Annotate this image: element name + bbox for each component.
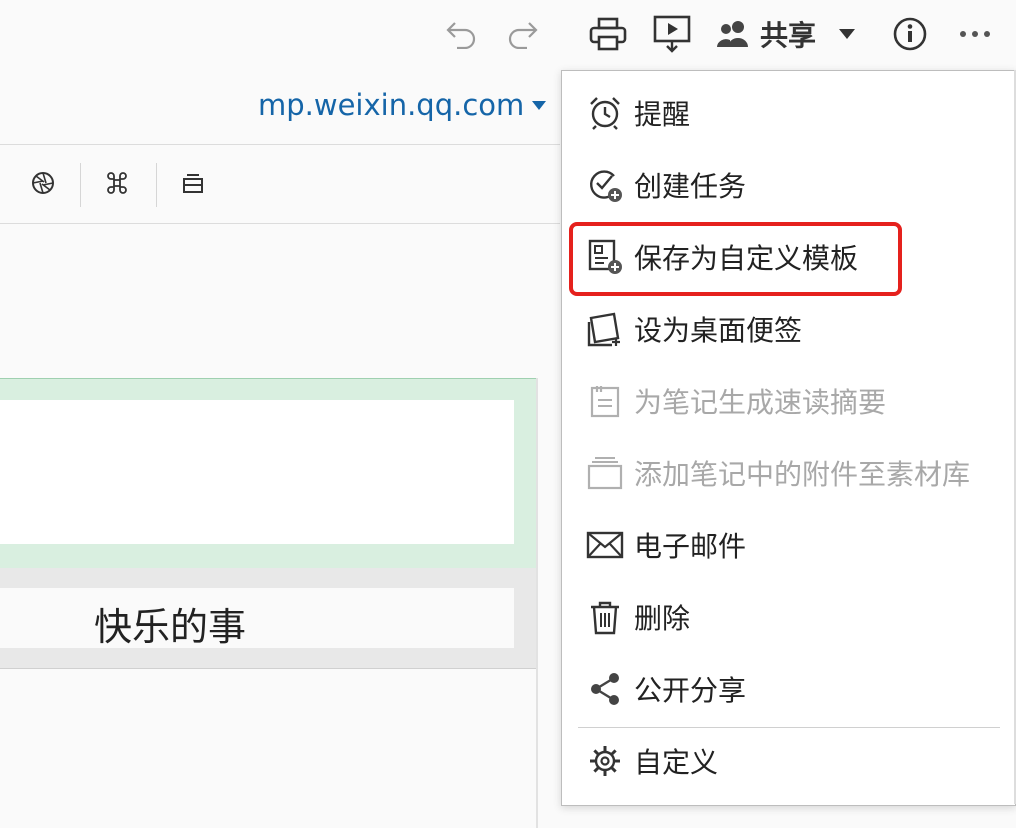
- menu-item-customize[interactable]: 自定义: [562, 731, 1015, 791]
- more-actions-menu: 提醒 创建任务 保存为自定义模板 设为桌面便签 为笔记生成速读摘要 添加笔记中的…: [561, 70, 1016, 806]
- table-cell-text: 快乐的事: [94, 605, 247, 649]
- menu-item-label: 自定义: [634, 746, 719, 779]
- summary-icon: [586, 382, 624, 420]
- menu-item-attachments-to-library: 添加笔记中的附件至素材库: [562, 443, 1015, 503]
- table-cell[interactable]: [0, 588, 514, 648]
- trash-icon: [586, 598, 624, 636]
- menu-item-label: 删除: [634, 602, 691, 635]
- toolbar-divider: [156, 163, 157, 207]
- editor-scrollbar[interactable]: [536, 378, 538, 828]
- undo-icon[interactable]: [442, 14, 482, 54]
- share-label: 共享: [760, 19, 817, 52]
- info-icon[interactable]: [890, 14, 930, 54]
- chevron-down-icon[interactable]: [838, 28, 856, 40]
- attachment-library-icon: [586, 454, 624, 492]
- menu-item-label: 公开分享: [634, 674, 747, 707]
- menu-item-label: 为笔记生成速读摘要: [634, 386, 887, 419]
- users-icon: [717, 21, 748, 47]
- menu-divider: [578, 727, 1000, 728]
- redo-icon[interactable]: [502, 14, 542, 54]
- menu-item-quick-summary: 为笔记生成速读摘要: [562, 371, 1015, 431]
- share-icon: [586, 670, 624, 708]
- toolbar-divider: [80, 163, 81, 207]
- layout-icon[interactable]: [174, 165, 212, 201]
- sticky-note-icon: [586, 310, 624, 348]
- menu-item-reminder[interactable]: 提醒: [562, 83, 1015, 143]
- alarm-clock-icon: [586, 94, 624, 132]
- menu-item-label: 创建任务: [634, 170, 747, 203]
- menu-item-label: 添加笔记中的附件至素材库: [634, 458, 971, 491]
- gear-icon: [586, 742, 624, 780]
- more-icon[interactable]: [955, 14, 995, 54]
- mail-icon: [586, 526, 624, 564]
- top-toolbar: 共享: [0, 0, 1016, 70]
- task-add-icon: [586, 166, 624, 204]
- menu-item-label: 提醒: [634, 98, 691, 131]
- command-icon[interactable]: [98, 165, 136, 201]
- menu-item-public-share[interactable]: 公开分享: [562, 659, 1015, 719]
- format-toolbar: [0, 144, 560, 224]
- share-button[interactable]: 共享: [716, 14, 856, 54]
- domain-text: mp.weixin.qq.com: [258, 88, 525, 122]
- highlight-box: [569, 222, 902, 296]
- print-icon[interactable]: [586, 14, 630, 54]
- menu-item-label: 设为桌面便签: [634, 314, 803, 347]
- menu-item-desktop-sticky[interactable]: 设为桌面便签: [562, 299, 1015, 359]
- caret-down-icon: [532, 100, 547, 110]
- source-domain-link[interactable]: mp.weixin.qq.com: [258, 88, 547, 122]
- table-header-cell[interactable]: [0, 400, 514, 544]
- present-icon[interactable]: [650, 14, 694, 54]
- menu-item-delete[interactable]: 删除: [562, 587, 1015, 647]
- menu-item-label: 电子邮件: [634, 530, 747, 563]
- menu-item-create-task[interactable]: 创建任务: [562, 155, 1015, 215]
- aperture-icon[interactable]: [24, 165, 62, 201]
- menu-item-email[interactable]: 电子邮件: [562, 515, 1015, 575]
